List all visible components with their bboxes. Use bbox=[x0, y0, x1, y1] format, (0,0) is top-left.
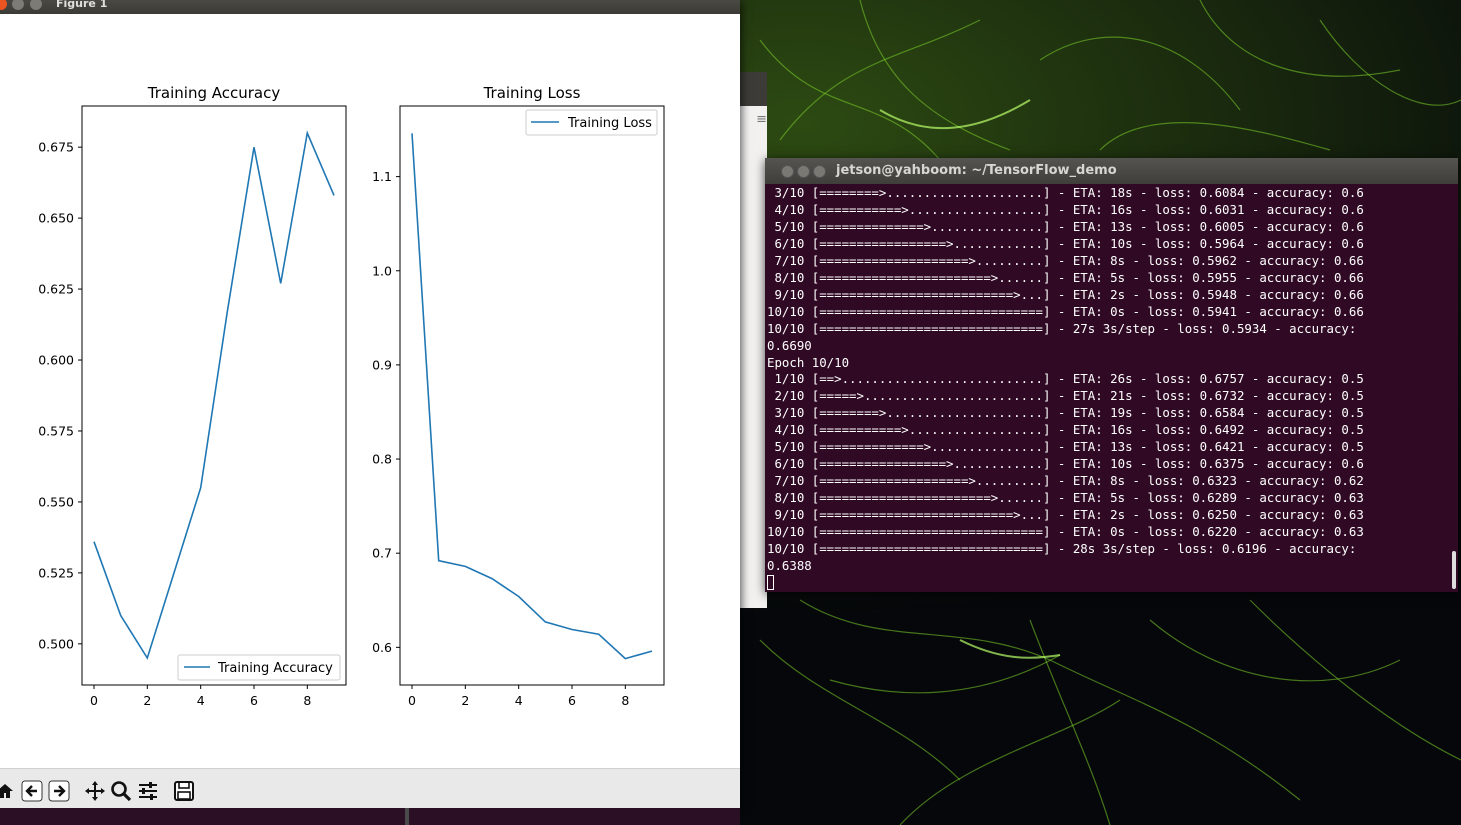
minimize-button[interactable] bbox=[12, 0, 24, 10]
move-icon[interactable] bbox=[83, 779, 107, 803]
magnifier-icon[interactable] bbox=[109, 779, 133, 803]
accuracy-line bbox=[93, 130, 335, 660]
y-tick-label: 0.600 bbox=[38, 353, 74, 368]
x-tick-label: 6 bbox=[250, 693, 258, 708]
window-title: Figure 1 bbox=[56, 0, 108, 10]
terminal-line: 7/10 [====================>.........] - … bbox=[767, 473, 1364, 489]
y-tick-label: 1.1 bbox=[372, 169, 392, 184]
terminal-title: jetson@yahboom: ~/TensorFlow_demo bbox=[836, 163, 1117, 178]
y-tick-label: 1.0 bbox=[372, 263, 392, 278]
terminal-window[interactable]: jetson@yahboom: ~/TensorFlow_demo 3/10 [… bbox=[765, 158, 1458, 592]
x-tick-label: 0 bbox=[408, 693, 416, 708]
legend-label: Training Loss bbox=[567, 116, 652, 131]
text-cursor bbox=[767, 574, 774, 590]
figure-window[interactable]: Figure 1 Training Accuracy 0.500 0.525 0.5… bbox=[0, 0, 740, 809]
terminal-titlebar[interactable]: jetson@yahboom: ~/TensorFlow_demo bbox=[765, 158, 1458, 184]
chart-title: Training Accuracy bbox=[147, 84, 281, 102]
minimize-button[interactable] bbox=[797, 165, 810, 178]
terminal-line: 0.6388 bbox=[767, 557, 812, 573]
terminal-prompt-line[interactable] bbox=[767, 574, 1451, 590]
chart-title: Training Loss bbox=[483, 84, 581, 102]
arrow-left-icon[interactable] bbox=[20, 779, 44, 803]
terminal-line: 1/10 [==>...........................] - … bbox=[767, 371, 1364, 387]
terminal-line: 6/10 [=================>............] - … bbox=[767, 456, 1364, 472]
legend: Training Loss bbox=[525, 109, 658, 136]
terminal-line: 2/10 [=====>........................] - … bbox=[767, 388, 1364, 404]
home-icon[interactable] bbox=[0, 779, 17, 803]
terminal-line: 9/10 [==========================>...] - … bbox=[767, 286, 1364, 302]
terminal-line: 5/10 [==============>...............] - … bbox=[767, 439, 1364, 455]
loss-line bbox=[411, 133, 653, 660]
y-tick-label: 0.500 bbox=[38, 636, 74, 651]
x-tick-label: 4 bbox=[197, 693, 205, 708]
x-tick-label: 2 bbox=[143, 693, 151, 708]
y-tick-label: 0.650 bbox=[38, 211, 74, 226]
terminal-line: 8/10 [=======================>......] - … bbox=[767, 269, 1364, 285]
taskbar-divider bbox=[405, 808, 409, 825]
terminal-line: 10/10 [==============================] -… bbox=[767, 303, 1364, 319]
sliders-icon[interactable] bbox=[136, 779, 160, 803]
y-tick-label: 0.9 bbox=[372, 357, 392, 372]
accuracy-chart: Training Accuracy 0.500 0.525 0.550 0.575 0.… bbox=[38, 84, 347, 708]
maximize-button[interactable] bbox=[30, 0, 42, 10]
terminal-line: 0.6690 bbox=[767, 337, 812, 353]
terminal-line: 10/10 [==============================] -… bbox=[767, 320, 1357, 336]
y-tick-label: 0.625 bbox=[38, 282, 74, 297]
maximize-button[interactable] bbox=[813, 165, 826, 178]
plot-frame bbox=[399, 105, 665, 686]
terminal-line: 10/10 [==============================] -… bbox=[767, 541, 1357, 557]
terminal-line: 5/10 [==============>...............] - … bbox=[767, 218, 1364, 234]
x-tick-label: 6 bbox=[568, 693, 576, 708]
terminal-line: 9/10 [==========================>...] - … bbox=[767, 507, 1364, 523]
background-window-titlebar[interactable] bbox=[740, 72, 767, 106]
terminal-line: 10/10 [==============================] -… bbox=[767, 524, 1364, 540]
y-tick-label: 0.7 bbox=[372, 546, 392, 561]
y-tick-label: 0.525 bbox=[38, 565, 74, 580]
terminal-line: 4/10 [===========>..................] - … bbox=[767, 201, 1364, 217]
y-tick-label: 0.550 bbox=[38, 494, 74, 509]
close-button[interactable] bbox=[0, 0, 7, 10]
x-tick-label: 8 bbox=[303, 693, 311, 708]
terminal-output[interactable]: 3/10 [========>.....................] - … bbox=[767, 185, 1451, 590]
y-tick-label: 0.8 bbox=[372, 452, 392, 467]
terminal-line: 4/10 [===========>..................] - … bbox=[767, 422, 1364, 438]
terminal-line: Epoch 10/10 bbox=[767, 354, 850, 370]
background-window[interactable]: ≡ bbox=[740, 72, 767, 608]
hamburger-menu-icon[interactable]: ≡ bbox=[740, 112, 767, 127]
legend-label: Training Accuracy bbox=[217, 661, 333, 676]
figure-toolbar bbox=[0, 768, 740, 809]
taskbar-strip bbox=[0, 808, 740, 825]
terminal-line: 3/10 [========>.....................] - … bbox=[767, 405, 1364, 421]
y-tick-label: 0.6 bbox=[372, 640, 392, 655]
terminal-scrollbar[interactable] bbox=[1452, 551, 1456, 589]
terminal-line: 7/10 [====================>.........] - … bbox=[767, 252, 1364, 268]
legend: Training Accuracy bbox=[177, 654, 341, 681]
y-tick-label: 0.575 bbox=[38, 423, 74, 438]
floppy-disk-icon[interactable] bbox=[172, 779, 196, 803]
x-tick-label: 8 bbox=[621, 693, 629, 708]
terminal-line: 8/10 [=======================>......] - … bbox=[767, 490, 1364, 506]
x-tick-label: 4 bbox=[515, 693, 523, 708]
x-tick-label: 0 bbox=[90, 693, 98, 708]
terminal-line: 3/10 [========>.....................] - … bbox=[767, 185, 1364, 200]
figure-titlebar[interactable]: Figure 1 bbox=[0, 0, 740, 14]
y-tick-label: 0.675 bbox=[38, 140, 74, 155]
arrow-right-icon[interactable] bbox=[47, 779, 71, 803]
figure-canvas[interactable]: Training Accuracy 0.500 0.525 0.550 0.575 0.… bbox=[0, 14, 740, 768]
x-tick-label: 2 bbox=[461, 693, 469, 708]
terminal-line: 6/10 [=================>............] - … bbox=[767, 235, 1364, 251]
loss-chart: Training Loss 0.6 0.7 0.8 0.9 1.0 1.1 0 2 4 6 8 T… bbox=[372, 84, 665, 708]
close-button[interactable] bbox=[781, 165, 794, 178]
